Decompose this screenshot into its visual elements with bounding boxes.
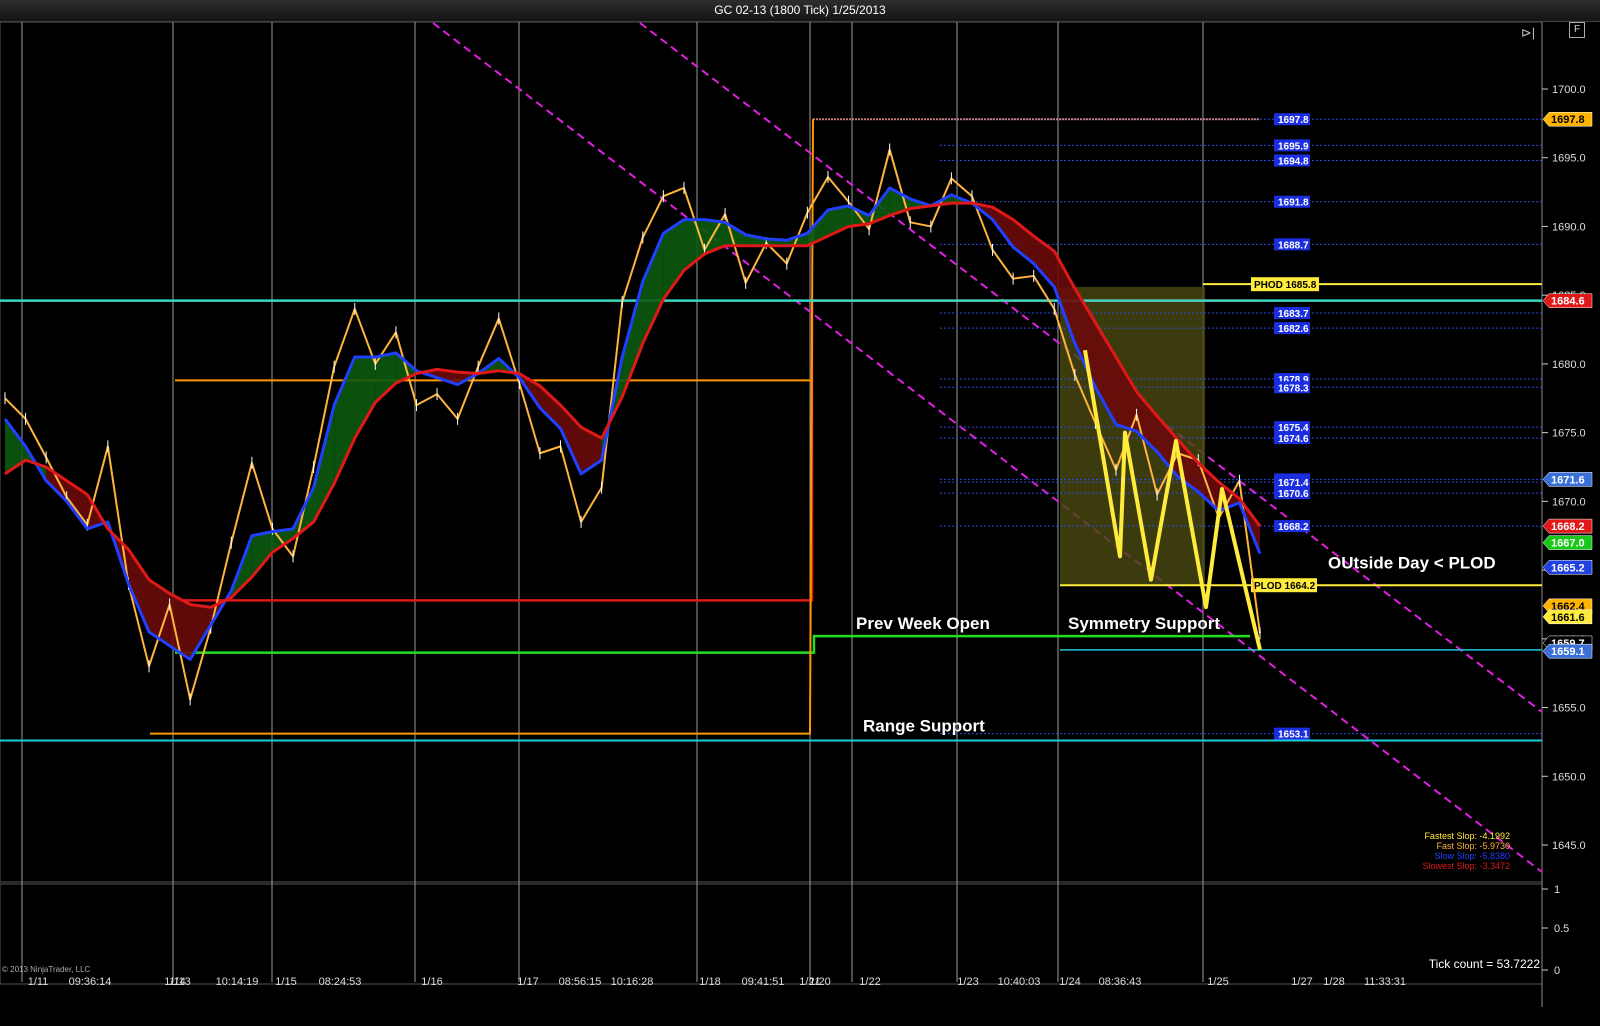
- y-tick-label: 1690.0: [1552, 221, 1586, 233]
- x-tick-label: 1/24: [1059, 976, 1080, 988]
- y-tick-label: 1695.0: [1552, 153, 1586, 165]
- lower-panel: [0, 883, 1543, 985]
- axis-price-label: 1668.2: [1551, 521, 1585, 533]
- annotation-outside-day: OUtside Day < PLOD: [1328, 553, 1496, 572]
- annotation-prev-week-open: Prev Week Open: [856, 614, 990, 633]
- x-tick-label: 10:16:28: [611, 976, 654, 988]
- x-tick-label: 1/18: [699, 976, 720, 988]
- level-label: 1691.8: [1278, 198, 1309, 209]
- chart-trader-icon[interactable]: ⊳|: [1520, 25, 1536, 41]
- annotation-symmetry-support: Symmetry Support: [1068, 614, 1220, 633]
- format-button[interactable]: F: [1569, 22, 1585, 38]
- level-label: 1682.6: [1278, 324, 1309, 335]
- y-tick-label: 1700.0: [1552, 84, 1586, 96]
- x-tick-label: 1/11: [28, 976, 49, 988]
- x-tick-label: 10:14:19: [216, 976, 259, 988]
- x-tick-label: 1/22: [859, 976, 880, 988]
- x-tick-label: 1/25: [1207, 976, 1228, 988]
- y-tick-label: 1655.0: [1552, 703, 1586, 715]
- level-label: 1688.7: [1278, 240, 1309, 251]
- x-tick-label: 08:36:43: [1099, 976, 1142, 988]
- y-tick-label: 1650.0: [1552, 771, 1586, 783]
- level-label: 1670.6: [1278, 489, 1309, 500]
- x-tick-label: 1/15: [275, 976, 296, 988]
- x-tick-label: 1/13: [169, 976, 190, 988]
- x-tick-label: 1/20: [809, 976, 830, 988]
- price-chart[interactable]: 1700.01695.01690.01685.01680.01675.01670…: [0, 22, 1600, 1022]
- x-tick-label: 09:36:14: [69, 976, 112, 988]
- lower-y-tick-label: 0: [1554, 965, 1560, 977]
- level-label: 1653.1: [1278, 730, 1309, 741]
- x-tick-label: 08:24:53: [319, 976, 362, 988]
- axis-price-label: 1697.8: [1551, 114, 1585, 126]
- x-tick-label: 09:41:51: [742, 976, 785, 988]
- x-tick-label: 1/16: [421, 976, 442, 988]
- x-tick-label: 11:33:31: [1364, 976, 1406, 988]
- level-label: 1674.6: [1278, 434, 1309, 445]
- lower-y-tick-label: 0.5: [1554, 923, 1569, 935]
- y-tick-label: 1680.0: [1552, 359, 1586, 371]
- level-label: 1678.3: [1278, 383, 1309, 394]
- slope-readout: Fast Slop: -5.9730: [1436, 841, 1510, 851]
- axis-price-label: 1665.2: [1551, 562, 1585, 574]
- level-label: 1697.8: [1278, 115, 1309, 126]
- x-tick-label: 08:56:15: [559, 976, 602, 988]
- level-label: 1668.2: [1278, 522, 1309, 533]
- price-panel: [0, 22, 1543, 883]
- level-label: 1694.8: [1278, 156, 1309, 167]
- y-tick-label: 1645.0: [1552, 840, 1586, 852]
- plod-label: PLOD 1664.2: [1254, 581, 1316, 592]
- level-label: 1695.9: [1278, 141, 1309, 152]
- axis-price-label: 1659.1: [1551, 646, 1585, 658]
- axis-price-label: 1661.6: [1551, 612, 1585, 624]
- annotation-range-support: Range Support: [863, 717, 985, 736]
- y-tick-label: 1675.0: [1552, 428, 1586, 440]
- bottom-border: [0, 1022, 1600, 1026]
- phod-label: PHOD 1685.8: [1254, 280, 1317, 291]
- x-tick-label: 1/17: [517, 976, 538, 988]
- y-tick-label: 1670.0: [1552, 496, 1586, 508]
- tick-count: Tick count = 53.7222: [1428, 957, 1540, 971]
- copyright-text: © 2013 NinjaTrader, LLC: [2, 965, 91, 974]
- x-tick-label: 1/23: [957, 976, 978, 988]
- window-title: GC 02-13 (1800 Tick) 1/25/2013: [0, 0, 1600, 22]
- slope-readout: Slow Slop: -5.8380: [1434, 851, 1510, 861]
- axis-price-label: 1684.6: [1551, 296, 1585, 308]
- lower-y-tick-label: 1: [1554, 884, 1560, 896]
- slope-readout: Fastest Slop: -4.1992: [1424, 831, 1510, 841]
- axis-price-label: 1671.6: [1551, 474, 1585, 486]
- x-tick-label: 1/27: [1291, 976, 1312, 988]
- slope-readouts: Fastest Slop: -4.1992 Fast Slop: -5.9730 S…: [1422, 831, 1510, 871]
- axis-price-label: 1667.0: [1551, 538, 1585, 550]
- slope-readout: Slowest Slop: -3.3472: [1422, 861, 1510, 871]
- x-tick-label: 10:40:03: [998, 976, 1041, 988]
- level-label: 1683.7: [1278, 309, 1309, 320]
- x-tick-label: 1/28: [1323, 976, 1344, 988]
